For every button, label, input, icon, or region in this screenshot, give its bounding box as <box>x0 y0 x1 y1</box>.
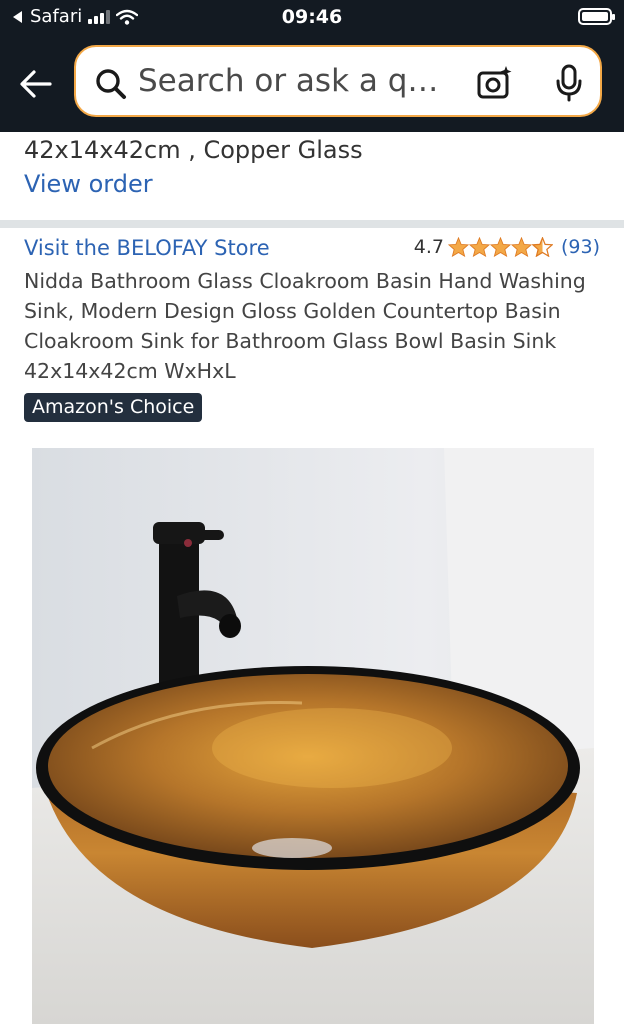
store-link[interactable]: Visit the BELOFAY Store <box>24 236 270 260</box>
camera-search-icon[interactable] <box>476 64 514 102</box>
product-image[interactable] <box>32 448 594 1024</box>
amazons-choice-badge: Amazon's Choice <box>24 393 203 422</box>
battery-icon <box>578 8 615 25</box>
star-rating <box>447 237 553 257</box>
back-arrow-icon[interactable] <box>16 64 56 104</box>
clock: 09:46 <box>281 6 343 28</box>
half-star-icon <box>531 237 553 257</box>
previous-item-description: 42x14x42cm , Copper Glass <box>24 136 363 164</box>
star-icon <box>489 237 511 257</box>
star-icon <box>468 237 490 257</box>
search-icon <box>96 69 126 99</box>
microphone-icon[interactable] <box>554 63 584 103</box>
previous-order-item: 42x14x42cm , Copper Glass View order <box>0 132 624 220</box>
nav-bar: Search or ask a q… <box>0 36 624 132</box>
product-rating[interactable]: 4.7 (93) <box>414 236 600 258</box>
star-icon <box>447 237 469 257</box>
status-bar: Safari 09:46 <box>0 0 624 36</box>
view-order-link[interactable]: View order <box>24 170 153 198</box>
star-icon <box>510 237 532 257</box>
search-placeholder: Search or ask a q… <box>138 63 439 99</box>
rating-value: 4.7 <box>413 236 444 258</box>
search-input[interactable]: Search or ask a q… <box>74 45 602 117</box>
product-title[interactable]: Nidda Bathroom Glass Cloakroom Basin Han… <box>24 266 604 386</box>
rating-count: (93) <box>560 236 600 258</box>
section-divider <box>0 220 624 228</box>
